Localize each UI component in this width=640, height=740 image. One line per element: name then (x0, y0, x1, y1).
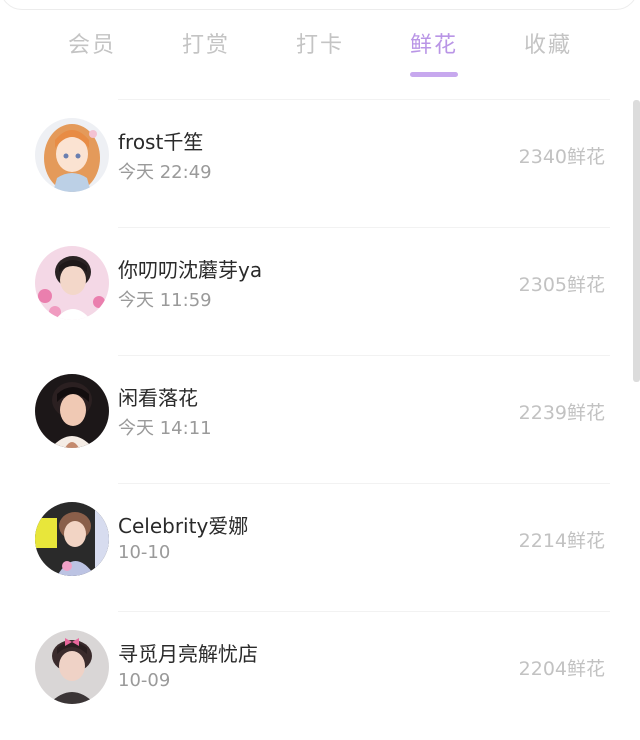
flower-count: 2204鲜花 (518, 658, 605, 680)
user-name: 寻觅月亮解忧店 (118, 642, 258, 666)
top-sheet-edge (0, 0, 638, 10)
user-name: 闲看落花 (118, 386, 198, 410)
anime-girl-avatar[interactable] (35, 118, 109, 192)
timestamp: 今天 11:59 (118, 290, 212, 311)
user-name: frost千笙 (118, 130, 204, 154)
timestamp: 10-09 (118, 670, 171, 691)
tab-tip[interactable]: 打赏 (156, 30, 256, 62)
flower-count: 2214鲜花 (518, 530, 605, 552)
user-name: Celebrity爱娜 (118, 514, 249, 538)
list-item[interactable]: Celebrity爱娜 10-10 2214鲜花 (0, 484, 630, 612)
active-tab-indicator (410, 72, 458, 77)
boy-pink-background-avatar[interactable] (35, 246, 109, 320)
list-item[interactable]: frost千笙 今天 22:49 2340鲜花 (0, 100, 630, 228)
tab-bar: 会员 打赏 打卡 鲜花 收藏 (0, 30, 640, 80)
list-item[interactable]: 寻觅月亮解忧店 10-09 2204鲜花 (0, 612, 630, 740)
tab-membership[interactable]: 会员 (42, 30, 142, 62)
tab-flowers[interactable]: 鲜花 (384, 30, 484, 62)
tab-checkin[interactable]: 打卡 (270, 30, 370, 62)
boy-dark-background-avatar[interactable] (35, 374, 109, 448)
list-item[interactable]: 你叨叨沈蘑芽ya 今天 11:59 2305鲜花 (0, 228, 630, 356)
tab-favorites[interactable]: 收藏 (498, 30, 598, 62)
timestamp: 10-10 (118, 542, 171, 563)
list-item[interactable]: 闲看落花 今天 14:11 2239鲜花 (0, 356, 630, 484)
flower-count: 2239鲜花 (518, 402, 605, 424)
scrollbar[interactable] (633, 100, 640, 382)
timestamp: 今天 22:49 (118, 162, 212, 183)
flower-count: 2305鲜花 (518, 274, 605, 296)
boy-yellow-light-avatar[interactable] (35, 502, 109, 576)
user-name: 你叨叨沈蘑芽ya (118, 258, 263, 282)
timestamp: 今天 14:11 (118, 418, 212, 439)
boy-pink-bow-avatar[interactable] (35, 630, 109, 704)
flower-count: 2340鲜花 (518, 146, 605, 168)
